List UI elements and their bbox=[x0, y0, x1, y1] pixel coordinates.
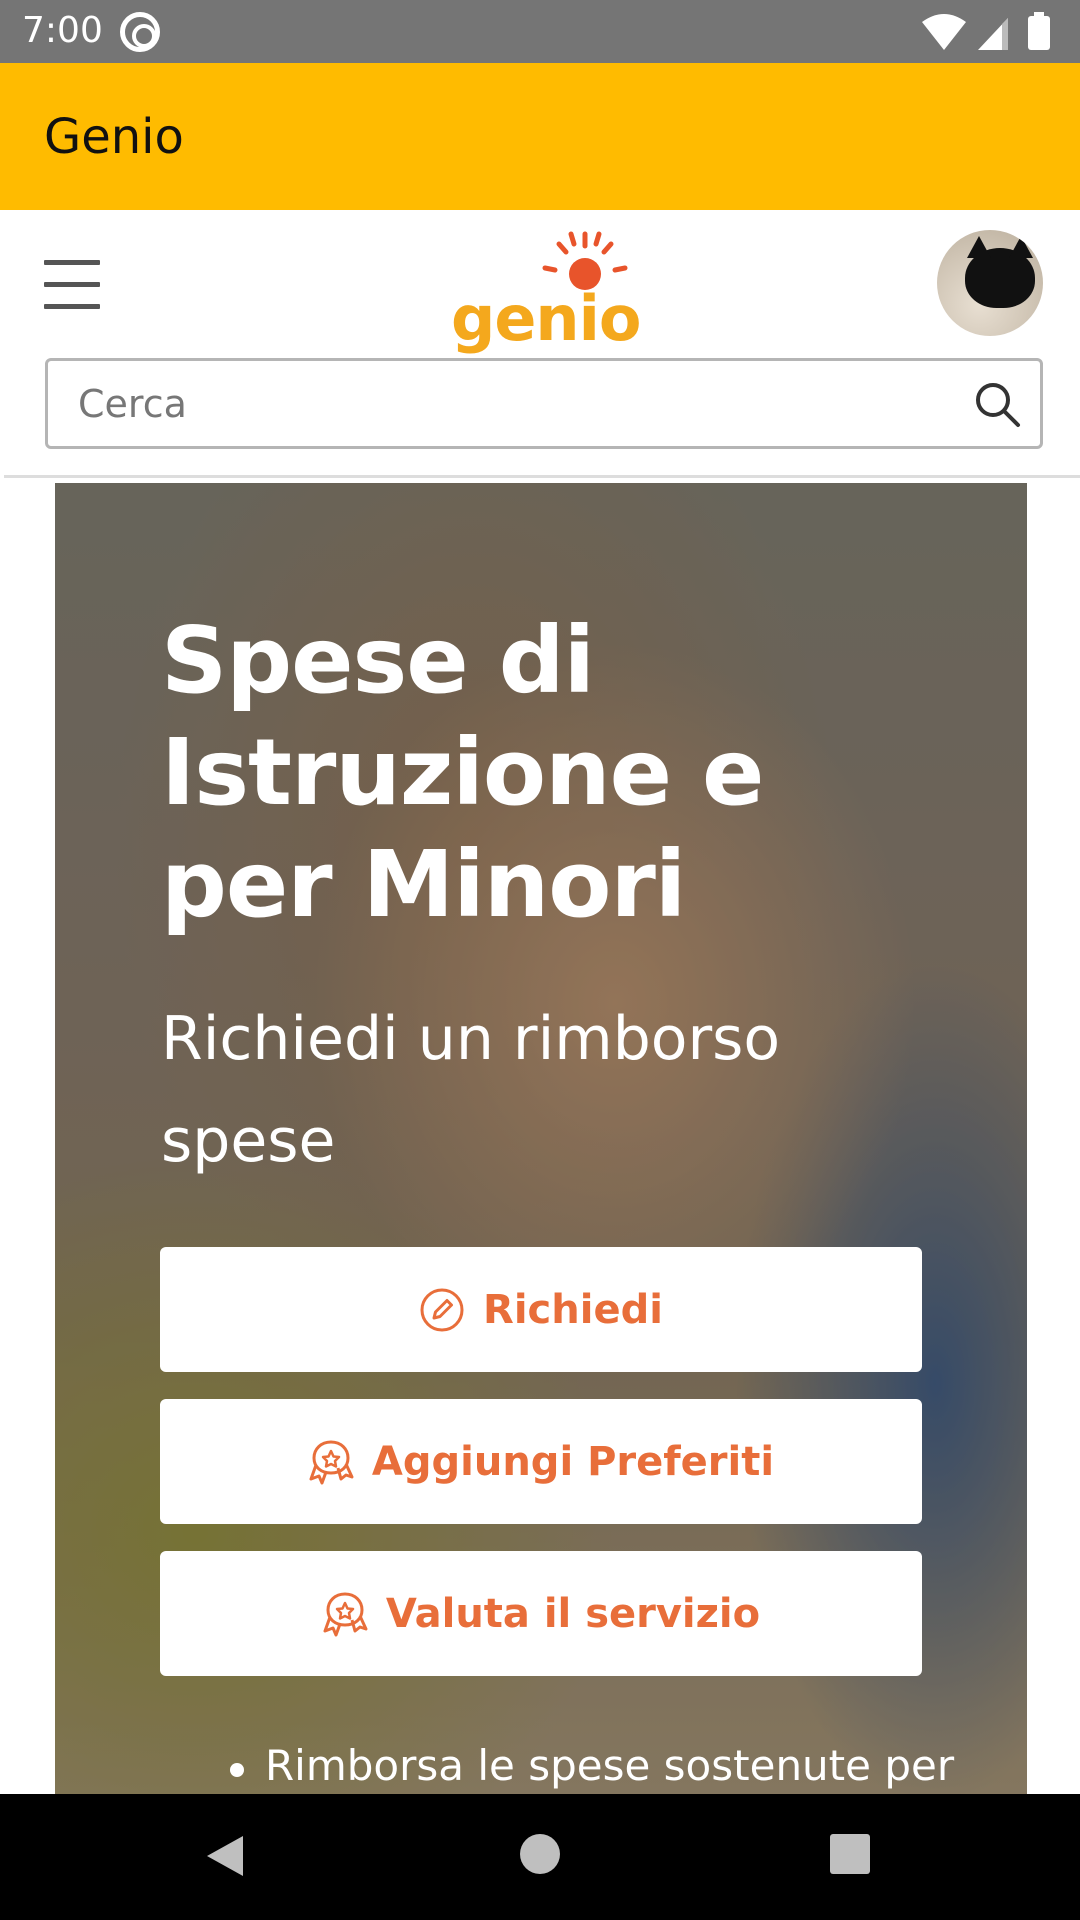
search-input[interactable] bbox=[78, 375, 938, 433]
app-bar: Genio bbox=[0, 63, 1080, 210]
cat-icon bbox=[965, 236, 1035, 308]
hero-banner: Spese di Istruzione e per Minori Richied… bbox=[55, 483, 1027, 1794]
award-star-icon bbox=[309, 1439, 354, 1484]
add-favorites-button[interactable]: Aggiungi Preferiti bbox=[160, 1399, 922, 1524]
award-star-icon bbox=[323, 1591, 368, 1636]
hero-title: Spese di Istruzione e per Minori bbox=[161, 607, 764, 938]
wifi-icon bbox=[922, 14, 966, 50]
site-header: genio bbox=[0, 210, 1080, 480]
battery-icon bbox=[1028, 16, 1050, 50]
pencil-icon bbox=[420, 1288, 464, 1331]
status-icons bbox=[922, 12, 1050, 50]
add-favorites-label: Aggiungi Preferiti bbox=[371, 1438, 775, 1485]
header-divider bbox=[4, 475, 1080, 478]
avatar[interactable] bbox=[937, 230, 1043, 336]
bullet-dot bbox=[230, 1763, 244, 1777]
list-item: Rimborsa le spese sostenute per bbox=[265, 1741, 955, 1790]
app-title: Genio bbox=[44, 109, 184, 165]
system-nav-bar bbox=[0, 1794, 1080, 1920]
rate-service-button[interactable]: Valuta il servizio bbox=[160, 1551, 922, 1676]
logo-text: genio bbox=[451, 282, 641, 355]
genio-logo[interactable]: genio bbox=[445, 230, 645, 355]
home-icon[interactable] bbox=[520, 1834, 560, 1874]
request-button-label: Richiedi bbox=[483, 1286, 663, 1333]
search-bar bbox=[45, 358, 1043, 449]
request-button[interactable]: Richiedi bbox=[160, 1247, 922, 1372]
menu-icon[interactable] bbox=[44, 260, 100, 310]
back-icon[interactable] bbox=[205, 1834, 245, 1878]
at-sign-icon bbox=[120, 12, 160, 52]
search-icon[interactable] bbox=[972, 379, 1022, 429]
hero-subtitle: Richiedi un rimborso spese bbox=[161, 1004, 781, 1176]
status-time: 7:00 bbox=[22, 10, 103, 51]
recents-icon[interactable] bbox=[830, 1834, 870, 1874]
status-bar: 7:00 bbox=[0, 0, 1080, 63]
rate-service-label: Valuta il servizio bbox=[385, 1590, 761, 1637]
